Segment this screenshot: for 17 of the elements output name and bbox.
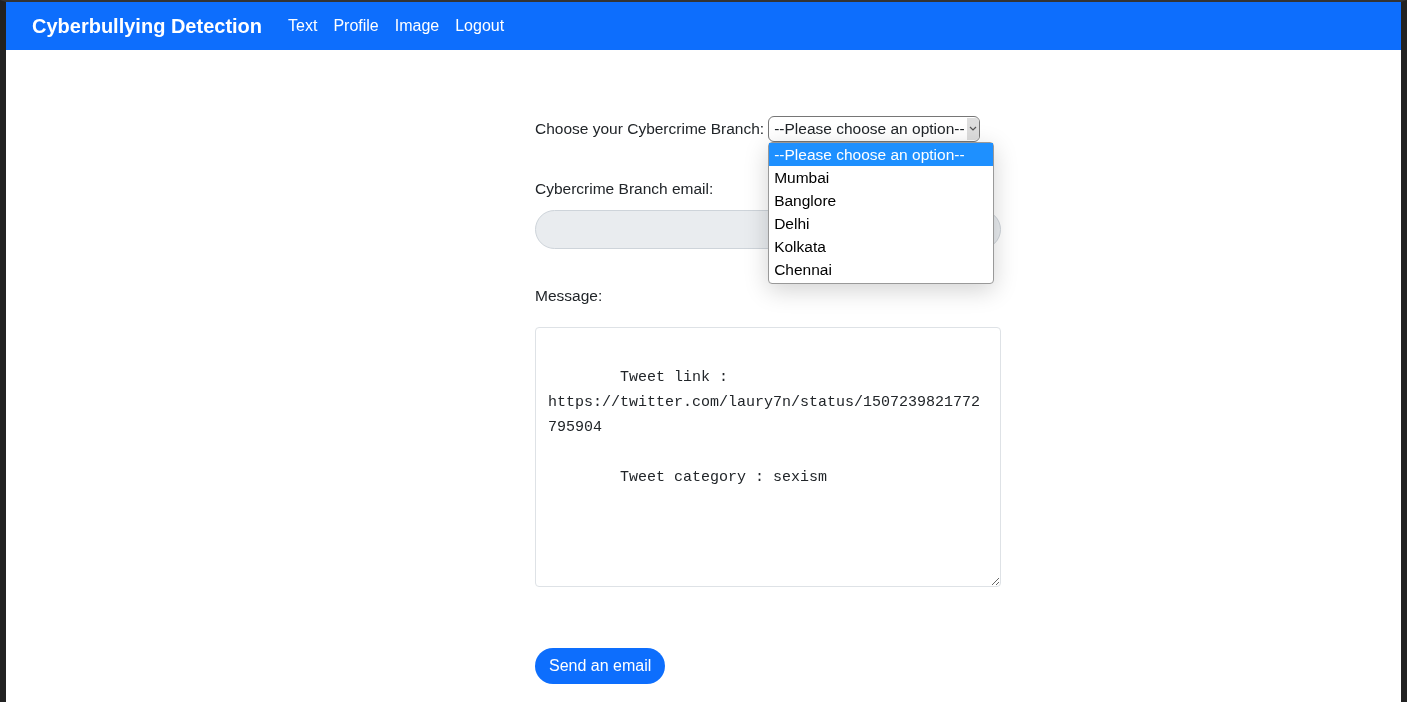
dropdown-option[interactable]: Mumbai [769,166,994,189]
message-label: Message: [535,287,603,305]
send-email-button[interactable]: Send an email [535,648,666,684]
caret-icon [966,118,979,140]
nav-link[interactable]: Text [288,17,318,35]
branch-label: Choose your Cybercrime Branch: [535,120,765,138]
nav-link[interactable]: Image [394,17,440,35]
email-label: Cybercrime Branch email: [535,180,714,198]
dropdown-option[interactable]: Chennai [769,258,994,281]
dropdown-option[interactable]: Kolkata [769,235,994,258]
branch-select[interactable]: --Please choose an option-- [768,116,980,142]
dropdown-option[interactable]: Banglore [769,189,994,212]
nav-link[interactable]: Profile [333,17,379,35]
dropdown-option[interactable]: Delhi [769,212,994,235]
nav-link[interactable]: Logout [455,17,505,35]
message-field[interactable]: Tweet link : https://twitter.com/laury7n/status/1507239821772795904 Tweet category : sexism [535,327,1001,587]
brand-title[interactable]: Cyberbullying Detection [32,14,263,38]
